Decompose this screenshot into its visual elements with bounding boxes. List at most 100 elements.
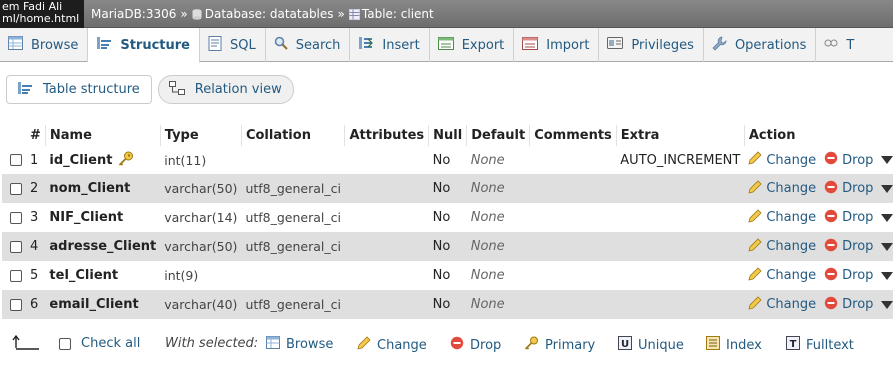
header-default[interactable]: Default	[466, 125, 530, 147]
header-collation[interactable]: Collation	[240, 125, 345, 147]
row-checkbox[interactable]	[10, 298, 22, 311]
drop-button[interactable]: Drop	[824, 238, 873, 256]
column-collation	[241, 261, 345, 290]
table-structure-button[interactable]: Table structure	[6, 75, 152, 104]
tab-insert[interactable]: Insert	[350, 28, 430, 62]
column-default: None	[466, 261, 530, 290]
header-attributes[interactable]: Attributes	[344, 125, 429, 147]
change-button[interactable]: Change	[748, 208, 816, 227]
bulk-fulltext-button[interactable]: T Fulltext	[786, 336, 854, 354]
pencil-icon	[748, 295, 766, 314]
change-label: Change	[766, 268, 817, 283]
privileges-icon	[607, 37, 631, 53]
check-all-checkbox[interactable]	[59, 337, 71, 350]
tab-browse[interactable]: Browse	[0, 28, 89, 62]
header-name[interactable]: Name	[44, 125, 161, 147]
row-actions: Change Drop More	[744, 146, 893, 174]
tab-label: Search	[295, 37, 341, 53]
breadcrumb-table[interactable]: Table: client	[362, 7, 434, 21]
row-name-cell: NIF_Client	[45, 203, 161, 232]
tab-structure[interactable]: Structure	[88, 28, 200, 63]
bulk-drop-label: Drop	[470, 337, 502, 353]
bulk-primary-button[interactable]: Primary	[524, 336, 595, 354]
drop-label: Drop	[842, 297, 874, 312]
column-default: None	[466, 146, 530, 174]
row-checkbox[interactable]	[10, 240, 22, 253]
tab-import[interactable]: Import	[514, 28, 600, 62]
drop-icon	[824, 238, 842, 256]
column-name: tel_Client	[49, 268, 119, 283]
header-num[interactable]: #	[26, 125, 46, 147]
more-button[interactable]: More	[881, 183, 893, 198]
breadcrumb-database[interactable]: Database: datatables	[205, 7, 334, 21]
wrench-icon	[712, 36, 735, 55]
table-icon	[348, 8, 360, 20]
select-all-arrow-icon	[12, 334, 46, 352]
drop-button[interactable]: Drop	[824, 267, 873, 285]
bulk-index-button[interactable]: Index	[706, 336, 762, 354]
drop-icon	[450, 336, 470, 354]
tab-label: Insert	[382, 37, 420, 53]
bulk-drop-button[interactable]: Drop	[450, 336, 501, 354]
bulk-browse-button[interactable]: Browse	[266, 336, 333, 353]
relation-view-button[interactable]: Relation view	[157, 75, 294, 104]
row-checkbox[interactable]	[10, 182, 22, 195]
tab-operations[interactable]: Operations	[704, 28, 817, 62]
tab-label: Structure	[120, 37, 190, 53]
change-button[interactable]: Change	[748, 295, 816, 314]
tab-privileges[interactable]: Privileges	[599, 28, 704, 62]
tab-sql[interactable]: SQL	[200, 28, 266, 62]
drop-button[interactable]: Drop	[824, 296, 873, 314]
row-actions: Change Drop More	[744, 174, 893, 203]
row-name-cell: id_Client	[45, 146, 161, 174]
drop-button[interactable]: Drop	[824, 180, 873, 198]
bulk-unique-button[interactable]: U Unique	[618, 336, 684, 354]
column-null: No	[428, 203, 467, 232]
svg-text:U: U	[621, 339, 629, 350]
column-type: varchar(50)	[160, 174, 242, 203]
column-name: adresse_Client	[49, 239, 157, 254]
row-select-cell	[2, 146, 26, 174]
bulk-fulltext-label: Fulltext	[806, 337, 854, 353]
drop-button[interactable]: Drop	[824, 151, 873, 169]
drop-icon	[824, 296, 842, 314]
database-icon	[192, 8, 202, 20]
drop-button[interactable]: Drop	[824, 209, 873, 227]
change-button[interactable]: Change	[748, 237, 816, 256]
primary-key-icon	[118, 151, 134, 170]
header-extra[interactable]: Extra	[615, 125, 745, 147]
tab-tracking[interactable]: T	[816, 28, 863, 62]
tracking-icon	[824, 37, 846, 53]
column-type: int(11)	[160, 146, 242, 174]
more-button[interactable]: More	[881, 212, 893, 227]
tab-search[interactable]: Search	[266, 28, 351, 62]
breadcrumb-server[interactable]: MariaDB:3306	[91, 7, 176, 21]
column-extra	[616, 261, 745, 290]
change-button[interactable]: Change	[748, 266, 817, 285]
more-button[interactable]: More	[881, 154, 893, 169]
more-button[interactable]: More	[881, 241, 893, 256]
insert-icon	[358, 36, 382, 54]
more-button[interactable]: More	[881, 299, 893, 314]
header-null[interactable]: Null	[428, 125, 467, 147]
header-comments[interactable]: Comments	[529, 125, 617, 147]
more-button[interactable]: More	[881, 270, 893, 285]
change-button[interactable]: Change	[748, 151, 816, 169]
export-icon	[437, 36, 462, 54]
row-checkbox[interactable]	[10, 211, 22, 224]
row-name-cell: tel_Client	[45, 261, 161, 290]
header-type[interactable]: Type	[159, 125, 242, 147]
column-extra	[616, 174, 745, 203]
column-attributes	[344, 232, 429, 261]
subtab-label: Relation view	[194, 82, 282, 97]
row-num: 5	[26, 261, 46, 290]
tab-export[interactable]: Export	[430, 28, 515, 62]
row-checkbox[interactable]	[10, 154, 22, 167]
check-all-control[interactable]: Check all	[59, 336, 140, 351]
row-checkbox[interactable]	[10, 269, 22, 282]
change-button[interactable]: Change	[748, 179, 816, 198]
row-name-cell: adresse_Client	[45, 232, 161, 261]
column-default: None	[466, 203, 530, 232]
bulk-change-button[interactable]: Change	[357, 336, 427, 354]
import-icon	[522, 36, 546, 54]
